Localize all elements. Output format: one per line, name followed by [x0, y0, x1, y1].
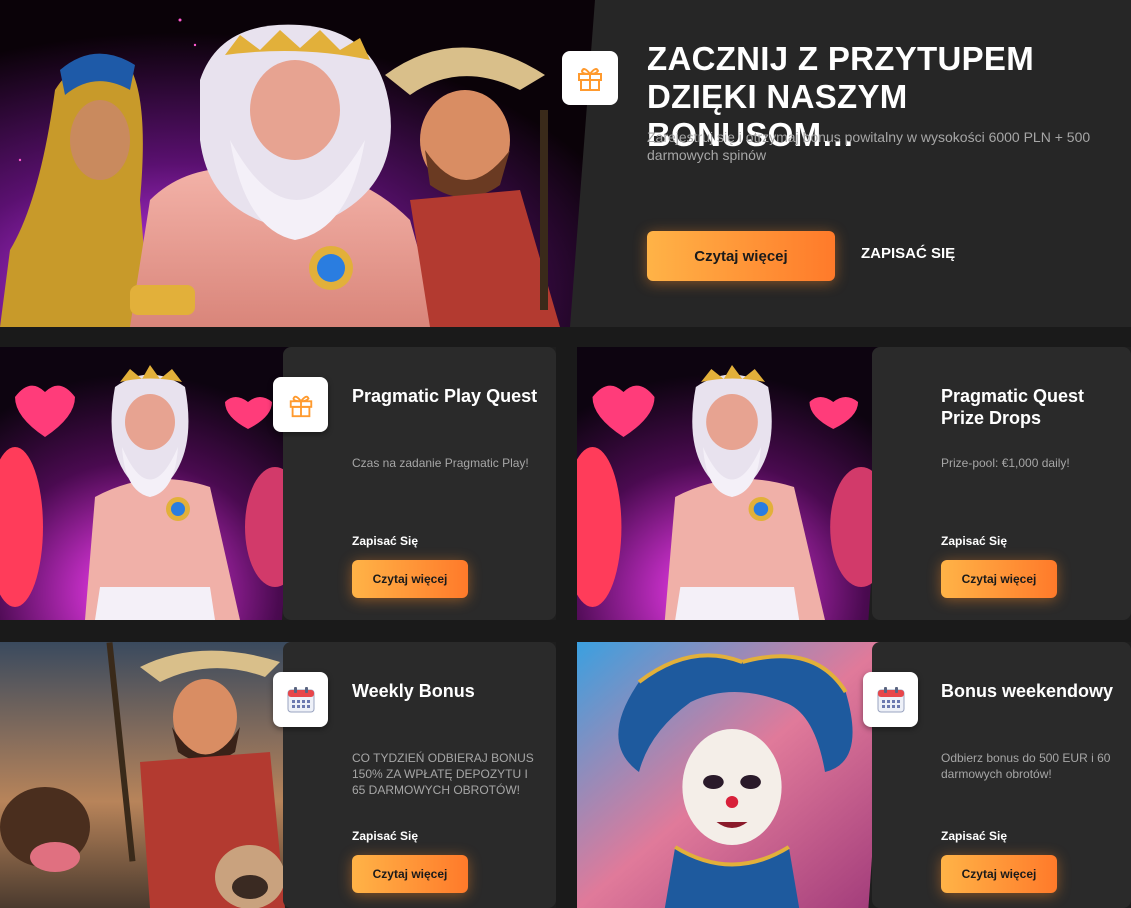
- gift-icon: [578, 68, 602, 91]
- card-title: Pragmatic Quest Prize Drops: [941, 386, 1085, 428]
- card-icon-box: [273, 672, 328, 727]
- hero-title-line1: ZACZNIJ Z PRZYTUPEM: [647, 40, 1035, 77]
- hero-slot-characters-image: [0, 0, 595, 327]
- card-description: Prize-pool: €1,000 daily!: [941, 456, 1070, 470]
- calendar-icon: [877, 686, 904, 712]
- promo-card-bonus-weekendowy: Bonus weekendowy Odbierz bonus do 500 EU…: [577, 642, 1131, 908]
- card-cowboy-dogs-image: [0, 642, 300, 908]
- gift-icon: [289, 395, 312, 417]
- card-signup-link[interactable]: Zapisać Się: [352, 829, 418, 843]
- card-description: CO TYDZIEŃ ODBIERAJ BONUS 150% ZA WPŁATĘ…: [352, 751, 534, 797]
- promo-card-pragmatic-quest-prize-drops: Pragmatic Quest Prize Drops Prize-pool: …: [577, 347, 1131, 620]
- promo-card-pragmatic-play-quest: Pragmatic Play Quest Czas na zadanie Pra…: [0, 347, 556, 620]
- card-description: Czas na zadanie Pragmatic Play!: [352, 456, 529, 470]
- card-description: Odbierz bonus do 500 EUR i 60 darmowych …: [941, 751, 1111, 781]
- card-zeus-image: [0, 347, 300, 620]
- card-read-more-button[interactable]: Czytaj więcej: [941, 560, 1057, 598]
- calendar-icon: [287, 686, 314, 712]
- card-title: Bonus weekendowy: [941, 681, 1114, 701]
- card-icon-box: [863, 672, 918, 727]
- hero-banner: ZACZNIJ Z PRZYTUPEM DZIĘKI NASZYM BONUSO…: [0, 0, 1131, 327]
- card-signup-link[interactable]: Zapisać Się: [941, 534, 1007, 548]
- card-signup-link[interactable]: Zapisać Się: [941, 829, 1007, 843]
- card-read-more-button[interactable]: Czytaj więcej: [941, 855, 1057, 893]
- promo-card-weekly-bonus: Weekly Bonus CO TYDZIEŃ ODBIERAJ BONUS 1…: [0, 642, 556, 908]
- card-signup-link[interactable]: Zapisać Się: [352, 534, 418, 548]
- hero-read-more-button[interactable]: Czytaj więcej: [647, 231, 835, 281]
- hero-signup-link[interactable]: ZAPISAĆ SIĘ: [861, 245, 955, 262]
- hero-subtitle: Zarejestruj się i otrzymaj bonus powital…: [647, 129, 1091, 163]
- card-title: Weekly Bonus: [352, 681, 475, 701]
- hero-gift-icon-box: [562, 51, 618, 105]
- card-title: Pragmatic Play Quest: [352, 386, 538, 406]
- card-read-more-button[interactable]: Czytaj więcej: [352, 560, 468, 598]
- card-icon-box: [273, 377, 328, 432]
- card-jester-image: [577, 642, 887, 908]
- card-read-more-button[interactable]: Czytaj więcej: [352, 855, 468, 893]
- card-zeus-image: [577, 347, 887, 620]
